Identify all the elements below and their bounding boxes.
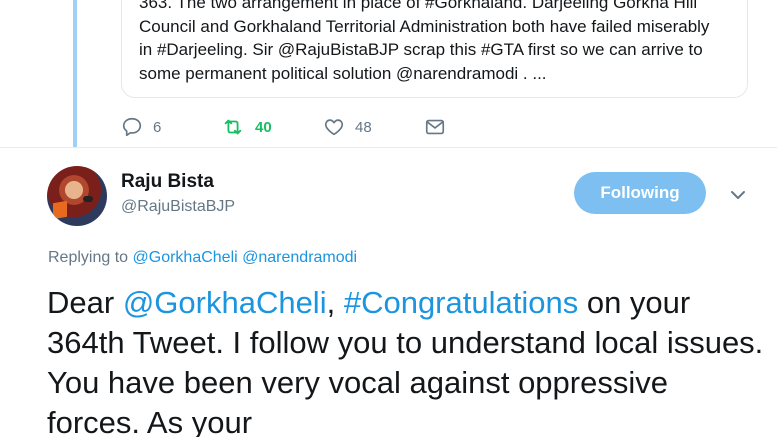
like-count: 48	[355, 118, 372, 136]
reply-icon	[121, 116, 143, 138]
flag-graphic	[53, 200, 67, 220]
retweet-button[interactable]: 40	[221, 114, 272, 140]
author-name[interactable]: Raju Bista	[121, 171, 214, 193]
thread-line	[73, 0, 77, 147]
chevron-down-icon[interactable]	[729, 186, 747, 204]
replying-mention-narendramodi[interactable]: @narendramodi	[242, 249, 357, 266]
retweet-icon	[221, 116, 245, 138]
retweet-count: 40	[255, 118, 272, 136]
hashtag-link-congratulations[interactable]: #Congratulations	[344, 285, 578, 320]
reply-count: 6	[153, 118, 162, 136]
like-button[interactable]: 48	[323, 114, 372, 140]
replying-prefix: Replying to	[48, 249, 133, 266]
direct-message-button[interactable]	[424, 114, 446, 140]
divider	[0, 147, 777, 148]
author-handle[interactable]: @RajuBistaBJP	[121, 198, 235, 216]
following-button[interactable]: Following	[574, 172, 706, 214]
tweet-text-part: ,	[326, 285, 344, 320]
microphone-graphic	[83, 196, 93, 202]
quoted-line: Council and Gorkhaland Territorial Admin…	[139, 16, 710, 36]
replying-mention-gorkhacheli[interactable]: @GorkhaCheli	[133, 249, 238, 266]
quoted-tweet-text: 363. The two arrangement in place of #Go…	[139, 0, 739, 85]
quoted-tweet-card[interactable]: 363. The two arrangement in place of #Go…	[121, 0, 748, 98]
tweet-text: Dear @GorkhaCheli, #Congratulations on y…	[47, 283, 767, 437]
like-icon	[323, 116, 345, 138]
mention-link-gorkhacheli[interactable]: @GorkhaCheli	[123, 285, 327, 320]
reply-button[interactable]: 6	[121, 114, 161, 140]
quoted-line: some permanent political solution @naren…	[139, 63, 547, 83]
quoted-line: in #Darjeeling. Sir @RajuBistaBJP scrap …	[139, 40, 703, 59]
avatar[interactable]	[47, 166, 107, 226]
replying-to: Replying to @GorkhaCheli @narendramodi	[48, 249, 357, 267]
direct-message-icon	[424, 116, 446, 138]
tweet-text-part: Dear	[47, 285, 123, 320]
quoted-line: 363. The two arrangement in place of #Go…	[139, 0, 698, 12]
